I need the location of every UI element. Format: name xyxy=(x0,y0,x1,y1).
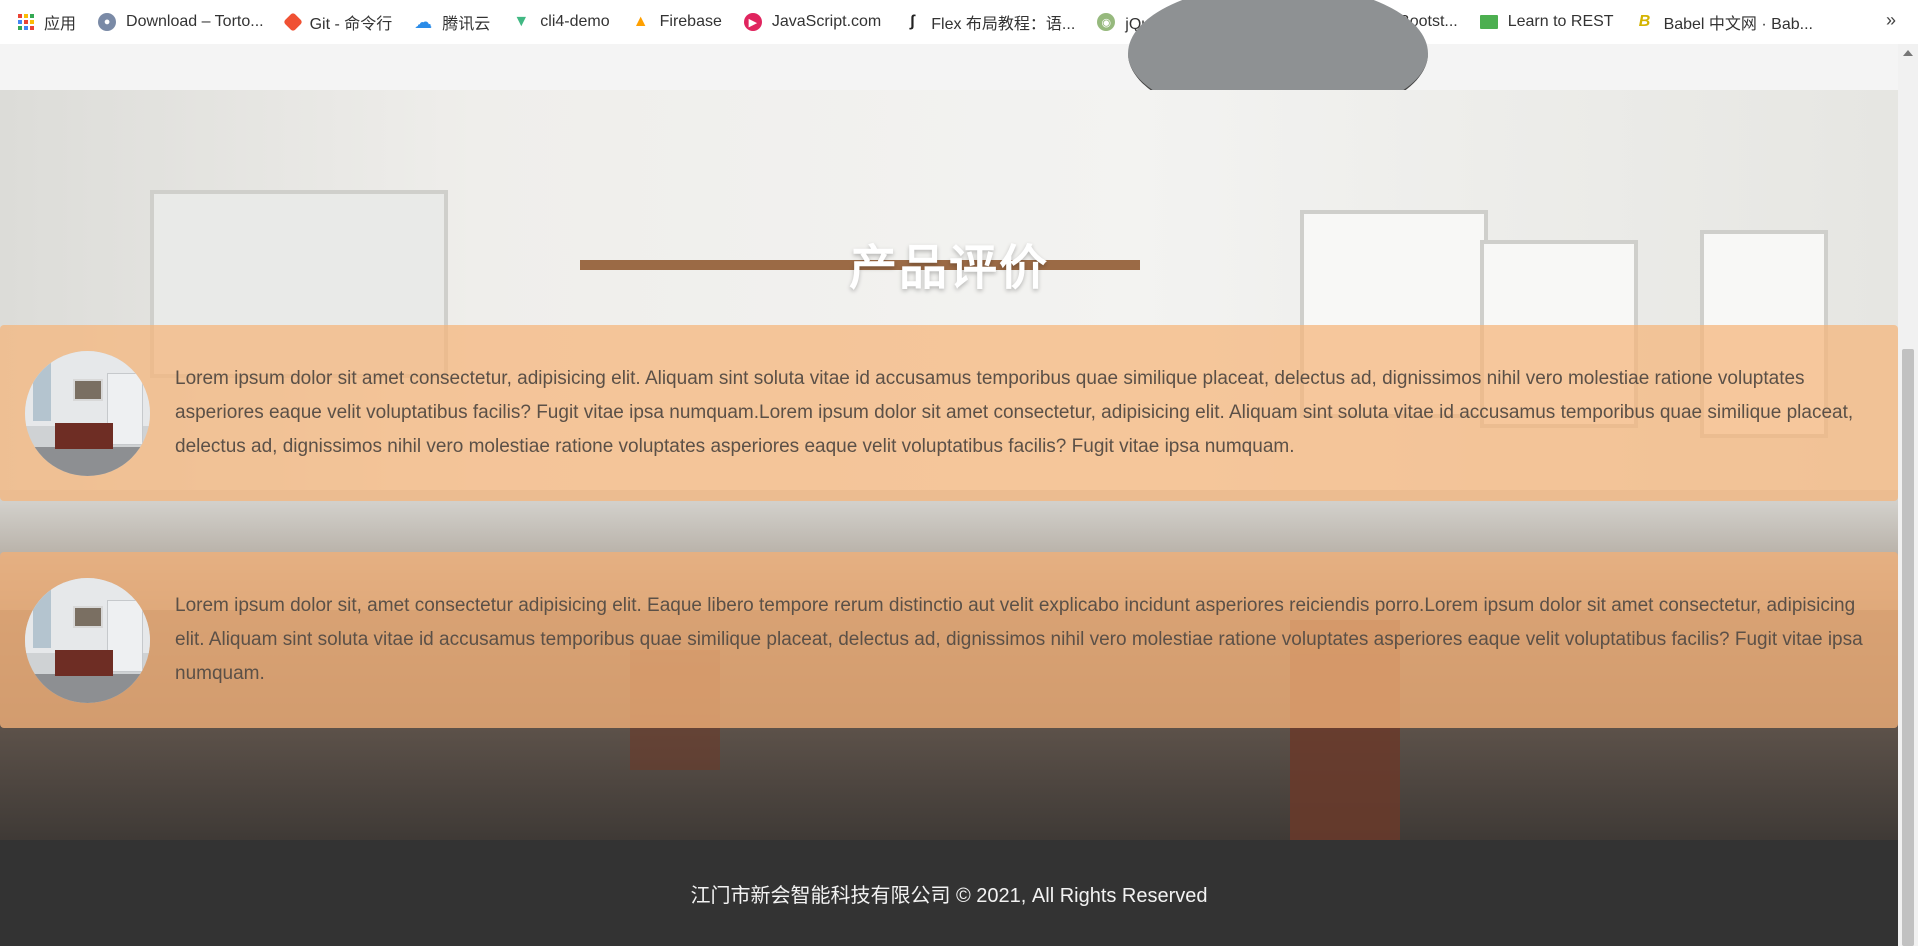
bookmark-tortoise[interactable]: ● Download – Torto... xyxy=(98,13,264,31)
bookmark-label: Download – Torto... xyxy=(126,13,264,30)
apps-grid-icon xyxy=(18,14,34,30)
review-text: Lorem ipsum dolor sit amet consectetur, … xyxy=(175,368,1854,457)
section-title: 产品评价 xyxy=(848,242,1049,295)
runoob-icon: ◉ xyxy=(1097,13,1116,31)
scrollbar-thumb[interactable] xyxy=(1902,349,1914,946)
review-text: Lorem ipsum dolor sit, amet consectetur … xyxy=(175,595,1863,684)
bookmark-learn-rest[interactable]: Learn to REST xyxy=(1479,13,1614,31)
more-bookmarks-button[interactable]: » xyxy=(1886,10,1896,31)
footer: 江门市新会智能科技有限公司 © 2021, All Rights Reserve… xyxy=(0,840,1898,946)
vue-icon: ▼ xyxy=(513,13,530,30)
bookmark-label: Flex 布局教程：语... xyxy=(931,16,1076,33)
avatar xyxy=(25,577,150,703)
vertical-scrollbar[interactable] xyxy=(1898,44,1918,946)
scroll-up-arrow-icon[interactable] xyxy=(1903,50,1913,56)
bookmark-label: Firebase xyxy=(659,13,722,30)
bookmark-tencent-cloud[interactable]: ☁ 腾讯云 xyxy=(414,10,490,34)
review-card: Lorem ipsum dolor sit, amet consectetur … xyxy=(0,552,1898,728)
ruanyf-icon: ʃ xyxy=(909,13,915,30)
bookmark-label: 应用 xyxy=(44,16,77,33)
avatar xyxy=(25,350,150,476)
rest-icon xyxy=(1479,15,1498,29)
bookmarks-bar: 应用 ● Download – Torto... Git - 命令行 ☁ 腾讯云… xyxy=(0,0,1918,44)
bookmark-babel[interactable]: B Babel 中文网 · Bab... xyxy=(1636,10,1813,34)
bookmark-javascript[interactable]: ▶ JavaScript.com xyxy=(743,13,882,31)
bookmark-git[interactable]: Git - 命令行 xyxy=(282,10,393,34)
bookmark-flex-tutorial[interactable]: ʃ Flex 布局教程：语... xyxy=(903,10,1076,34)
babel-icon: B xyxy=(1638,13,1651,30)
tortoise-icon: ● xyxy=(98,13,117,31)
tencent-cloud-icon: ☁ xyxy=(414,11,433,32)
top-strip xyxy=(0,0,1898,123)
firebase-icon: ▲ xyxy=(632,13,649,30)
bookmark-label: JavaScript.com xyxy=(771,13,882,30)
bookmark-label: Learn to REST xyxy=(1507,13,1614,30)
bookmark-firebase[interactable]: ▲ Firebase xyxy=(632,13,722,31)
copyright-text: 江门市新会智能科技有限公司 © 2021, All Rights Reserve… xyxy=(690,884,1208,907)
bookmark-label: Git - 命令行 xyxy=(309,16,393,33)
javascript-icon: ▶ xyxy=(743,13,762,31)
bookmark-cli4-demo[interactable]: ▼ cli4-demo xyxy=(512,13,609,31)
bookmark-label: Babel 中文网 · Bab... xyxy=(1663,16,1813,33)
bookmark-label: cli4-demo xyxy=(540,13,610,30)
review-card: Lorem ipsum dolor sit amet consectetur, … xyxy=(0,325,1898,501)
bookmark-label: 腾讯云 xyxy=(442,16,491,33)
git-icon xyxy=(282,12,303,32)
bookmark-apps[interactable]: 应用 xyxy=(18,10,76,34)
